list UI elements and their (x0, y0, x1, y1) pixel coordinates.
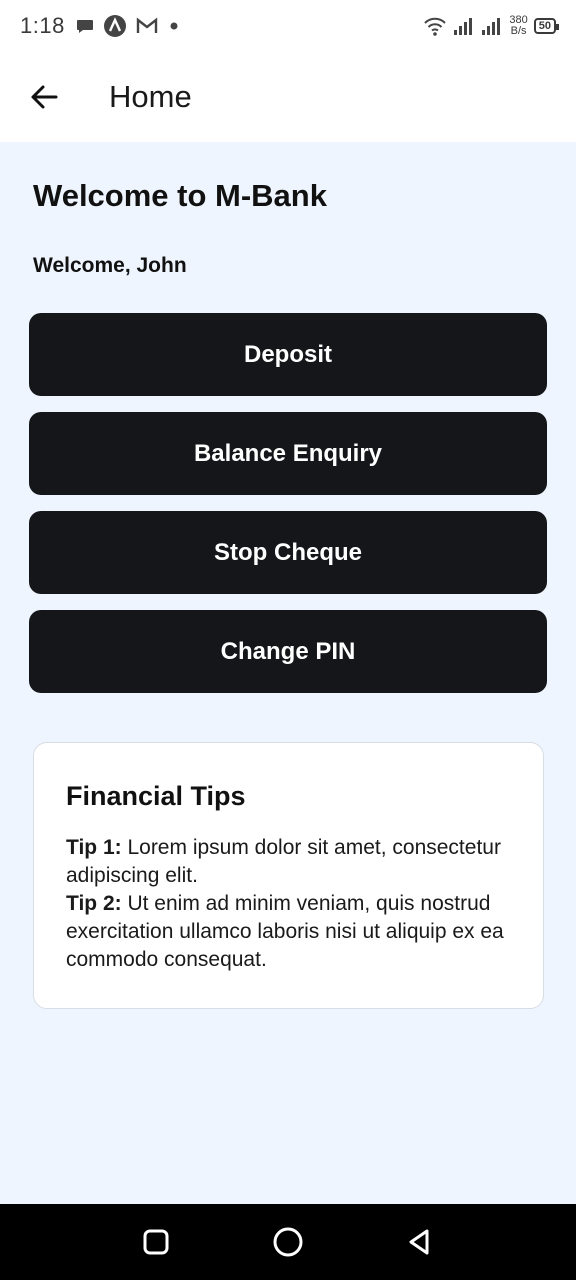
system-icons: 380 B/s 50 (423, 15, 560, 37)
main-content: Welcome to M-Bank Welcome, John Deposit … (0, 142, 576, 1204)
tip-text: Ut enim ad minim veniam, quis nostrud ex… (66, 892, 504, 971)
signal-icon (454, 18, 473, 35)
tip-text: Lorem ipsum dolor sit amet, consectetur … (66, 836, 501, 887)
tip-item: Tip 2: Ut enim ad minim veniam, quis nos… (66, 890, 511, 974)
tips-title: Financial Tips (66, 781, 246, 811)
notification-icons (75, 14, 181, 38)
tip-label: Tip 1: (66, 836, 122, 859)
back-nav-button[interactable] (396, 1218, 444, 1266)
tip-label: Tip 2: (66, 892, 122, 915)
tip-item: Tip 1: Lorem ipsum dolor sit amet, conse… (66, 834, 511, 890)
app-a-icon (103, 15, 126, 37)
status-bar: 1:18 380 B/s 50 (0, 0, 576, 52)
navigation-bar (0, 1204, 576, 1280)
dot-icon (170, 22, 178, 30)
back-button[interactable] (24, 77, 64, 117)
stop-cheque-button[interactable]: Stop Cheque (29, 511, 547, 594)
home-button[interactable] (264, 1218, 312, 1266)
change-pin-button[interactable]: Change PIN (29, 610, 547, 693)
gmail-icon (136, 17, 158, 33)
welcome-user: Welcome, John (33, 254, 187, 277)
recents-button[interactable] (132, 1218, 180, 1266)
arrow-left-icon (31, 85, 58, 109)
home-circle-icon (273, 1227, 303, 1257)
recents-square-icon (143, 1229, 169, 1255)
chat-bubble-icon (76, 20, 93, 33)
network-speed-unit: B/s (510, 25, 527, 37)
signal-icon (482, 18, 501, 35)
network-speed: 380 B/s (509, 15, 527, 37)
app-bar: Home (0, 52, 576, 142)
back-triangle-icon (409, 1229, 429, 1255)
page-title: Home (109, 79, 192, 114)
balance-enquiry-button[interactable]: Balance Enquiry (29, 412, 547, 495)
battery-indicator: 50 (533, 18, 560, 34)
status-time: 1:18 (20, 13, 65, 38)
deposit-button[interactable]: Deposit (29, 313, 547, 396)
financial-tips-card: Financial Tips Tip 1: Lorem ipsum dolor … (33, 742, 544, 1009)
welcome-title: Welcome to M-Bank (33, 178, 327, 213)
wifi-icon (424, 17, 447, 36)
